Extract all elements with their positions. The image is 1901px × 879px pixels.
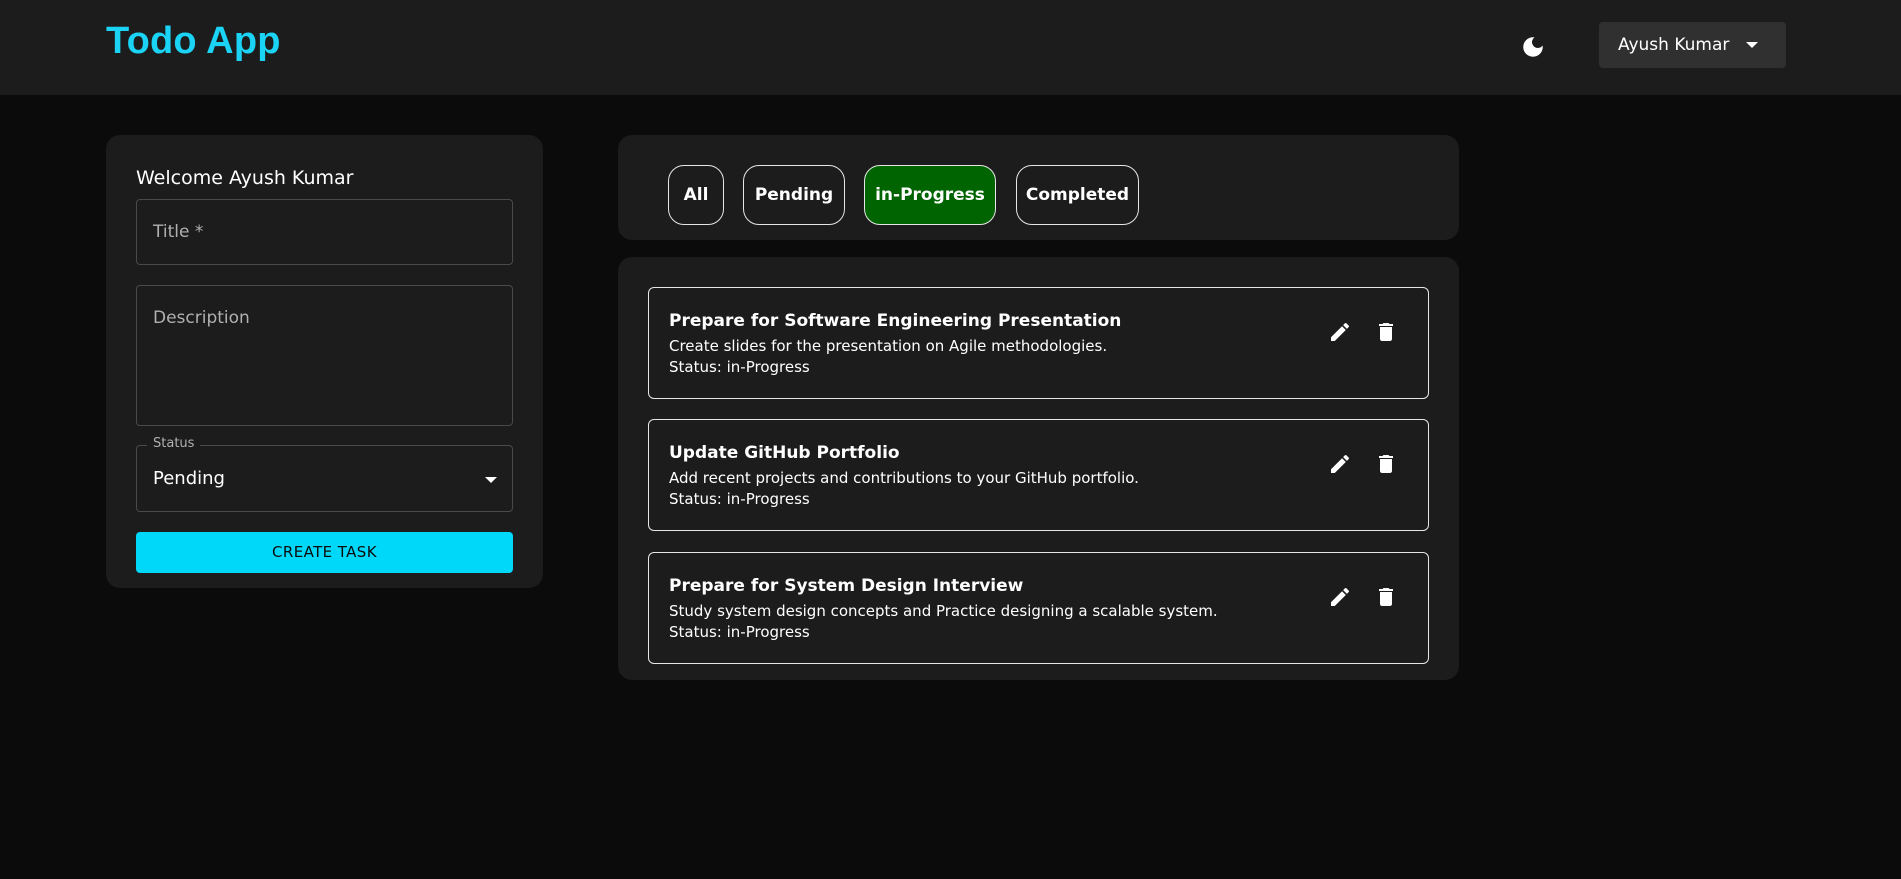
edit-task-button[interactable]	[1326, 583, 1354, 611]
theme-toggle-button[interactable]	[1516, 30, 1550, 64]
pencil-icon	[1331, 322, 1350, 341]
task-status: Status: in-Progress	[669, 623, 810, 641]
filter-completed-button[interactable]: Completed	[1016, 165, 1139, 225]
chevron-down-icon	[1746, 42, 1758, 48]
description-input[interactable]: Description	[136, 285, 513, 426]
moon-icon	[1523, 37, 1543, 57]
chevron-down-icon	[485, 477, 497, 483]
filter-bar: All Pending in-Progress Completed	[618, 135, 1459, 240]
filter-in-progress-button[interactable]: in-Progress	[864, 165, 996, 225]
status-select[interactable]: Status Pending	[136, 436, 513, 512]
welcome-message: Welcome Ayush Kumar	[136, 167, 354, 189]
task-title: Update GitHub Portfolio	[669, 443, 900, 463]
filter-all-button[interactable]: All	[668, 165, 724, 225]
trash-icon	[1379, 588, 1393, 606]
task-card: Prepare for System Design Interview Stud…	[648, 552, 1429, 664]
trash-icon	[1379, 323, 1393, 341]
task-card: Update GitHub Portfolio Add recent proje…	[648, 419, 1429, 531]
task-status: Status: in-Progress	[669, 490, 810, 508]
trash-icon	[1379, 455, 1393, 473]
task-status: Status: in-Progress	[669, 358, 810, 376]
status-label: Status	[147, 436, 201, 451]
app-header: Todo App Ayush Kumar	[0, 0, 1901, 95]
edit-task-button[interactable]	[1326, 318, 1354, 346]
pencil-icon	[1331, 454, 1350, 473]
user-menu-button[interactable]: Ayush Kumar	[1599, 22, 1786, 68]
task-title: Prepare for System Design Interview	[669, 576, 1024, 596]
delete-task-button[interactable]	[1372, 450, 1400, 478]
title-placeholder: Title *	[153, 222, 204, 242]
edit-task-button[interactable]	[1326, 450, 1354, 478]
app-title: Todo App	[106, 20, 281, 62]
status-value: Pending	[153, 468, 225, 489]
delete-task-button[interactable]	[1372, 583, 1400, 611]
create-task-button[interactable]: CREATE TASK	[136, 532, 513, 573]
filter-pending-button[interactable]: Pending	[743, 165, 845, 225]
create-task-form: Welcome Ayush Kumar Title * Description …	[106, 135, 543, 588]
user-name: Ayush Kumar	[1618, 35, 1730, 55]
description-placeholder: Description	[153, 308, 250, 328]
task-description: Add recent projects and contributions to…	[669, 469, 1139, 487]
task-description: Create slides for the presentation on Ag…	[669, 337, 1108, 355]
task-list: Prepare for Software Engineering Present…	[618, 257, 1459, 680]
task-title: Prepare for Software Engineering Present…	[669, 311, 1122, 331]
task-description: Study system design concepts and Practic…	[669, 602, 1218, 620]
pencil-icon	[1331, 587, 1350, 606]
task-card: Prepare for Software Engineering Present…	[648, 287, 1429, 399]
title-input[interactable]: Title *	[136, 199, 513, 265]
delete-task-button[interactable]	[1372, 318, 1400, 346]
